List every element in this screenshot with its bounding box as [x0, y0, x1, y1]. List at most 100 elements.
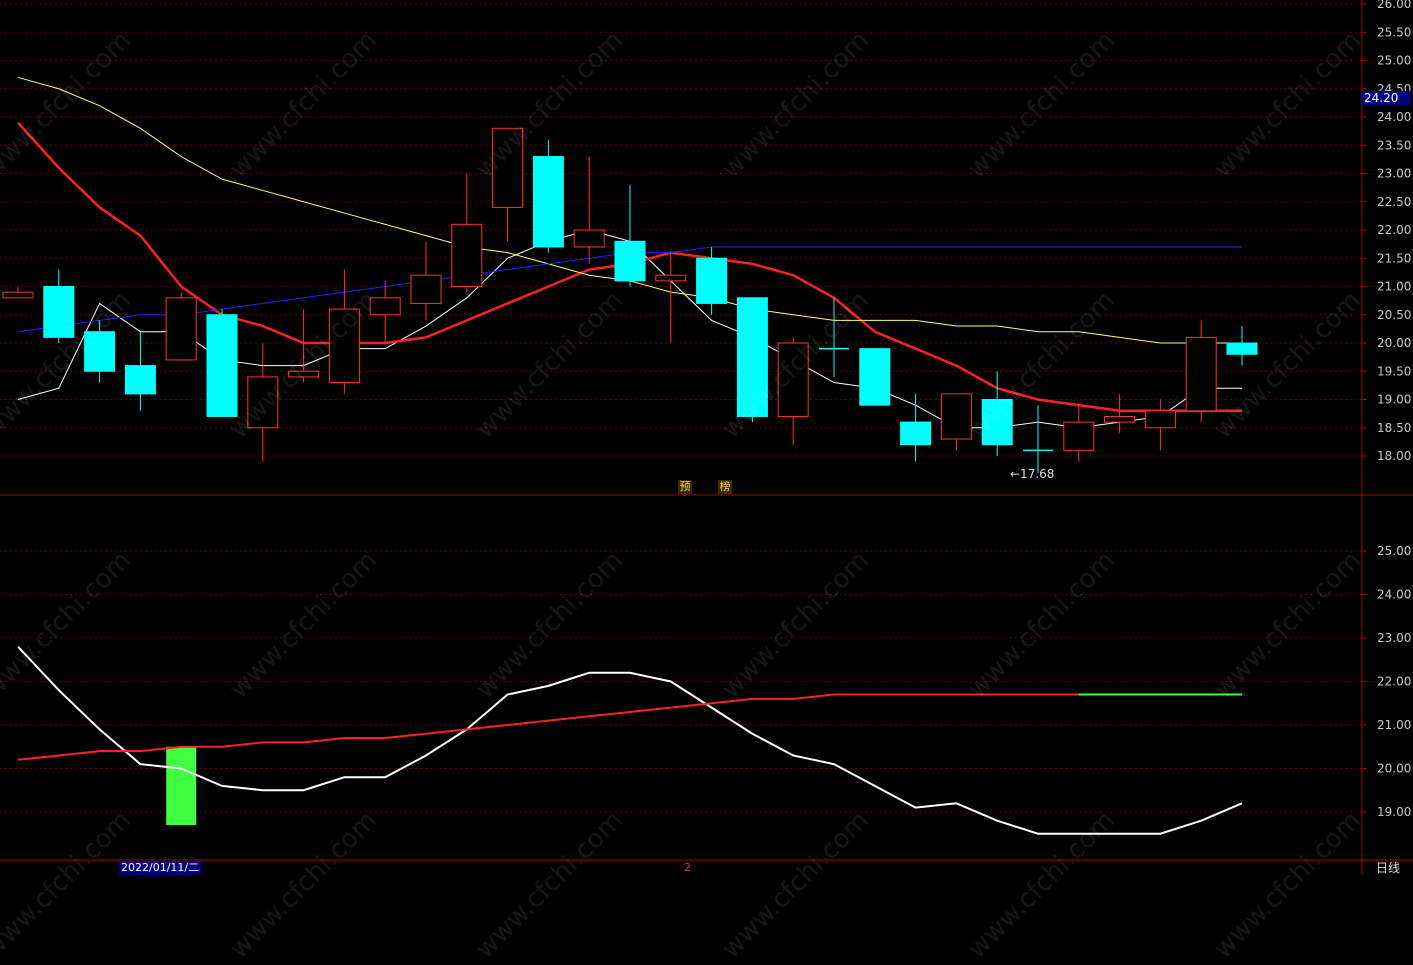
candle[interactable]	[1185, 320, 1217, 423]
candle[interactable]	[84, 320, 116, 383]
candle[interactable]	[532, 139, 564, 253]
candle-body	[777, 342, 809, 417]
candle[interactable]	[981, 371, 1013, 456]
price-tick-label: 22.00	[1377, 223, 1411, 237]
candle-body	[1063, 421, 1095, 451]
candle[interactable]	[614, 184, 646, 287]
candle-body	[288, 370, 320, 378]
candle[interactable]	[940, 393, 972, 451]
price-tick-label: 23.00	[1377, 167, 1411, 181]
candle[interactable]	[1063, 405, 1095, 462]
indicator-tick-label: 22.00	[1377, 675, 1411, 689]
candle[interactable]	[43, 269, 75, 343]
grid-lines	[0, 3, 1362, 813]
indicator-line-0	[17, 646, 1243, 835]
candle[interactable]	[1144, 399, 1176, 451]
price-tick-label: 18.00	[1377, 449, 1411, 463]
candle[interactable]	[1023, 405, 1053, 473]
current-price-tag: 24.20	[1362, 91, 1410, 105]
candle-body	[328, 308, 360, 384]
candle-body	[369, 297, 401, 316]
candle-body	[1104, 415, 1136, 423]
candle[interactable]	[328, 269, 360, 394]
price-tick-label: 18.50	[1377, 421, 1411, 435]
candle-body	[900, 421, 932, 446]
price-tick-label: 23.50	[1377, 138, 1411, 152]
candle-body	[410, 274, 442, 304]
price-tick-label: 19.50	[1377, 364, 1411, 378]
candle[interactable]	[288, 309, 320, 383]
candle-body	[1185, 336, 1217, 412]
ranking-badge[interactable]: 榜	[718, 480, 732, 494]
candle[interactable]	[206, 309, 238, 417]
candle[interactable]	[451, 173, 483, 293]
candle-body	[206, 314, 238, 417]
indicator-bar	[166, 746, 197, 826]
candle[interactable]	[2, 286, 34, 299]
candle-body	[1144, 410, 1176, 429]
candle[interactable]	[247, 343, 279, 462]
price-tick-label: 19.00	[1377, 393, 1411, 407]
candle-body	[981, 399, 1013, 446]
candle[interactable]	[124, 331, 156, 411]
candle-body	[492, 127, 524, 208]
indicator-lines	[17, 646, 1243, 835]
candle-body	[451, 223, 483, 288]
candle-body	[940, 393, 972, 440]
candle[interactable]	[859, 348, 891, 406]
candle-body	[859, 348, 891, 406]
price-axis: 18.00 18.50 19.00 19.50 20.00 20.50 21.00 21.50…	[1362, 0, 1411, 819]
candlesticks[interactable]	[2, 127, 1258, 473]
candle-body	[655, 274, 687, 282]
candle-body	[43, 286, 75, 338]
stock-chart[interactable]: 18.00 18.50 19.00 19.50 20.00 20.50 21.00 21.50…	[0, 0, 1413, 875]
forecast-badge[interactable]: 预	[678, 480, 692, 494]
candle-body	[532, 156, 564, 248]
price-tick-label: 20.00	[1377, 336, 1411, 350]
indicator-panel[interactable]	[17, 646, 1243, 835]
low-price-marker: ←17.68	[1010, 467, 1055, 481]
indicator-tick-label: 23.00	[1377, 631, 1411, 645]
period-selector[interactable]: 日线	[1376, 861, 1400, 875]
price-tick-label: 21.50	[1377, 251, 1411, 265]
indicator-tick-label: 20.00	[1377, 762, 1411, 776]
candle[interactable]	[819, 297, 849, 377]
price-tick-label: 24.00	[1377, 110, 1411, 124]
candle[interactable]	[492, 127, 524, 242]
candle-body	[614, 240, 646, 282]
price-tick-label: 21.00	[1377, 280, 1411, 294]
indicator-tick-label: 19.00	[1377, 805, 1411, 819]
price-tick-label: 26.00	[1377, 0, 1411, 11]
indicator-tick-label: 24.00	[1377, 588, 1411, 602]
candle[interactable]	[655, 252, 687, 343]
cursor-date-label: 2022/01/11/二	[119, 861, 202, 875]
indicator-tick-label: 25.00	[1377, 544, 1411, 558]
candle-body	[84, 331, 116, 372]
candle[interactable]	[573, 156, 605, 264]
candle-body	[736, 297, 768, 417]
candle[interactable]	[900, 393, 932, 462]
candle-body	[165, 297, 197, 361]
candle-body	[573, 229, 605, 248]
candle[interactable]	[736, 297, 768, 423]
candle-body	[247, 376, 279, 429]
cursor-index-label: 2	[684, 861, 691, 874]
indicator-tick-label: 21.00	[1377, 718, 1411, 732]
price-tick-label: 25.50	[1377, 25, 1411, 39]
price-tick-label: 20.50	[1377, 308, 1411, 322]
price-tick-label: 25.00	[1377, 54, 1411, 68]
candle-body	[1226, 342, 1258, 355]
candle[interactable]	[777, 337, 809, 445]
price-panel[interactable]	[2, 76, 1258, 473]
candle[interactable]	[369, 280, 401, 343]
indicator-line-1	[17, 693, 1242, 761]
price-tick-label: 22.50	[1377, 195, 1411, 209]
candle[interactable]	[410, 241, 442, 321]
candle[interactable]	[1226, 326, 1258, 366]
indicator-bars	[166, 746, 197, 826]
candle-body	[2, 291, 34, 299]
candle[interactable]	[165, 292, 197, 361]
panel-borders	[0, 0, 1413, 875]
candle-body	[124, 365, 156, 395]
candle-body	[696, 257, 728, 304]
